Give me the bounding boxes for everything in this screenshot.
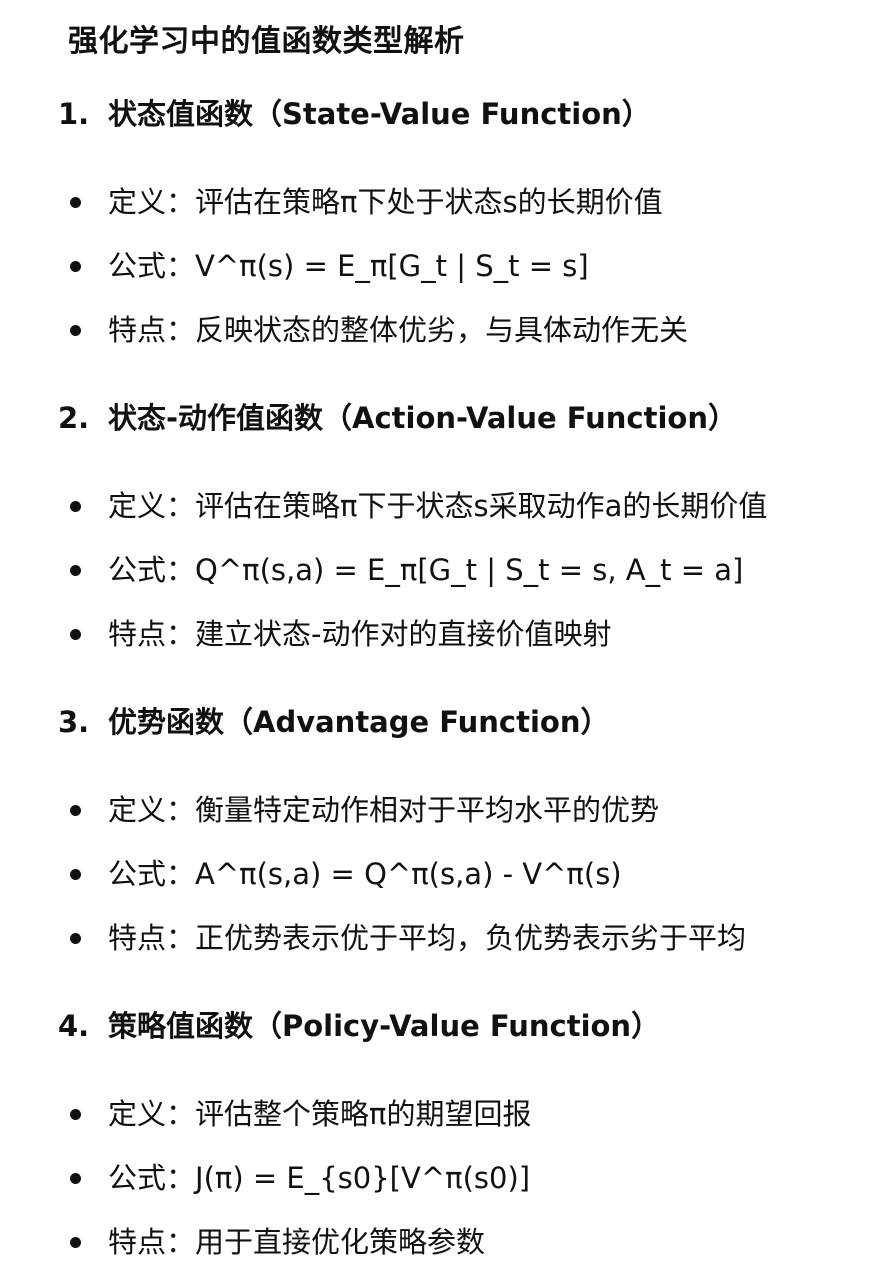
item-label: 定义： (108, 185, 196, 219)
item-value: 评估在策略π下于状态s采取动作a的长期价值 (195, 489, 768, 523)
item-value: 用于直接优化策略参数 (195, 1225, 486, 1259)
item-label: 公式： (108, 1161, 196, 1195)
bullet-dot-icon (70, 805, 81, 816)
list-item-definition: 定义：评估整个策略π的期望回报 (0, 1094, 888, 1134)
section-title: 状态-动作值函数（Action-Value Function） (108, 401, 737, 435)
item-label: 特点： (108, 617, 196, 651)
item-label: 特点： (108, 313, 196, 347)
list-item-feature: 特点：用于直接优化策略参数 (0, 1222, 888, 1262)
item-value: 评估整个策略π的期望回报 (195, 1097, 532, 1131)
section-heading: 2. 状态-动作值函数（Action-Value Function） (58, 396, 737, 440)
item-value: A^π(s,a) = Q^π(s,a) - V^π(s) (195, 857, 622, 891)
list-item-definition: 定义：评估在策略π下处于状态s的长期价值 (0, 182, 888, 222)
list-item-formula: 公式：A^π(s,a) = Q^π(s,a) - V^π(s) (0, 854, 888, 894)
bullet-dot-icon (70, 261, 81, 272)
bullet-dot-icon (70, 1237, 81, 1248)
item-value: 衡量特定动作相对于平均水平的优势 (195, 793, 660, 827)
section-number: 2. (58, 401, 90, 435)
item-label: 定义： (108, 1097, 196, 1131)
list-item-feature: 特点：正优势表示优于平均，负优势表示劣于平均 (0, 918, 888, 958)
section-number: 3. (58, 705, 90, 739)
item-value: Q^π(s,a) = E_π[G_t | S_t = s, A_t = a] (195, 553, 744, 587)
list-item-formula: 公式：Q^π(s,a) = E_π[G_t | S_t = s, A_t = a… (0, 550, 888, 590)
item-value: J(π) = E_{s0}[V^π(s0)] (195, 1161, 531, 1195)
bullet-dot-icon (70, 325, 81, 336)
bullet-dot-icon (70, 933, 81, 944)
section-title: 状态值函数（State-Value Function） (108, 97, 651, 131)
item-value: 反映状态的整体优劣，与具体动作无关 (195, 313, 689, 347)
section-number: 4. (58, 1009, 90, 1043)
bullet-dot-icon (70, 1173, 81, 1184)
item-label: 公式： (108, 553, 196, 587)
section-number: 1. (58, 97, 90, 131)
list-item-definition: 定义：评估在策略π下于状态s采取动作a的长期价值 (0, 486, 888, 526)
item-label: 公式： (108, 249, 196, 283)
bullet-dot-icon (70, 869, 81, 880)
section-title: 优势函数（Advantage Function） (108, 705, 610, 739)
section-heading: 4. 策略值函数（Policy-Value Function） (58, 1004, 660, 1048)
section-heading: 1. 状态值函数（State-Value Function） (58, 92, 651, 136)
bullet-dot-icon (70, 501, 81, 512)
document-title: 强化学习中的值函数类型解析 (68, 24, 465, 59)
list-item-formula: 公式：J(π) = E_{s0}[V^π(s0)] (0, 1158, 888, 1198)
list-item-formula: 公式：V^π(s) = E_π[G_t | S_t = s] (0, 246, 888, 286)
item-label: 定义： (108, 793, 196, 827)
section-title: 策略值函数（Policy-Value Function） (108, 1009, 661, 1043)
bullet-dot-icon (70, 197, 81, 208)
item-value: V^π(s) = E_π[G_t | S_t = s] (195, 249, 589, 283)
item-label: 特点： (108, 921, 196, 955)
bullet-dot-icon (70, 1109, 81, 1120)
item-label: 公式： (108, 857, 196, 891)
bullet-dot-icon (70, 629, 81, 640)
section-heading: 3. 优势函数（Advantage Function） (58, 700, 610, 744)
item-value: 建立状态-动作对的直接价值映射 (195, 617, 612, 651)
list-item-feature: 特点：反映状态的整体优劣，与具体动作无关 (0, 310, 888, 350)
list-item-definition: 定义：衡量特定动作相对于平均水平的优势 (0, 790, 888, 830)
bullet-dot-icon (70, 565, 81, 576)
item-value: 评估在策略π下处于状态s的长期价值 (195, 185, 663, 219)
item-value: 正优势表示优于平均，负优势表示劣于平均 (195, 921, 747, 955)
list-item-feature: 特点：建立状态-动作对的直接价值映射 (0, 614, 888, 654)
item-label: 定义： (108, 489, 196, 523)
item-label: 特点： (108, 1225, 196, 1259)
